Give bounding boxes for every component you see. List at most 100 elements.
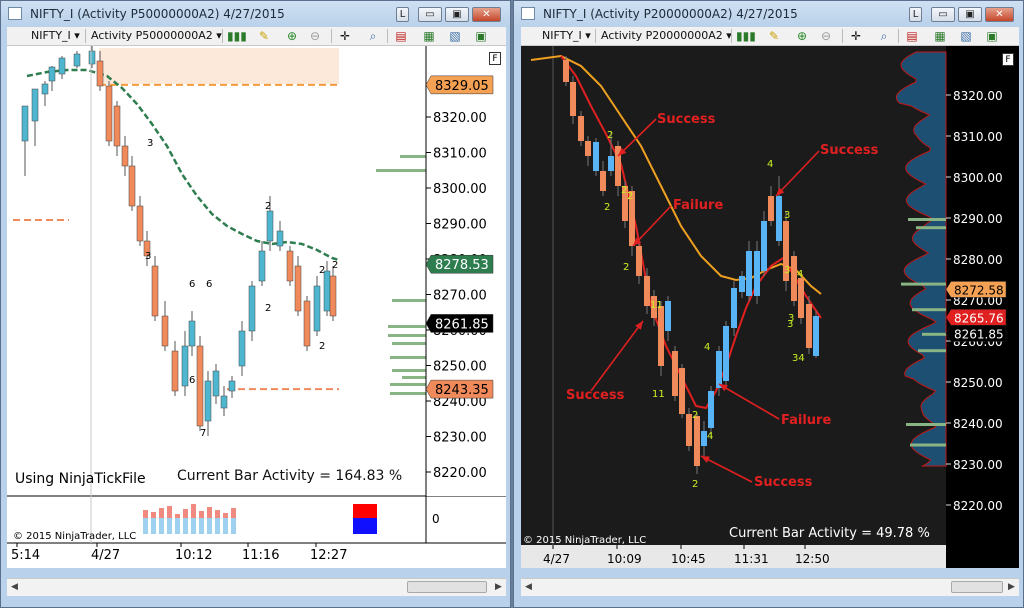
price-tick-label: 8250.00 <box>433 360 487 375</box>
left-horizontal-scrollbar[interactable]: ◀ ▶ <box>7 578 506 596</box>
indicator-selector[interactable]: Activity P20000000A2 ▾ <box>601 29 732 43</box>
maximize-button[interactable]: ▣ <box>958 7 982 22</box>
candle-up <box>754 251 760 296</box>
instrument-selector[interactable]: NIFTY_I ▾ <box>542 29 591 43</box>
time-tick-label: 10:12 <box>175 548 212 563</box>
crosshair-icon[interactable]: ✛ <box>337 29 353 43</box>
time-tick-label: 11:31 <box>734 552 769 566</box>
indicators-icon[interactable]: ▤ <box>904 29 920 43</box>
left-f-button[interactable]: F <box>489 52 501 65</box>
time-tick-label: 10:09 <box>607 552 642 566</box>
activity-hist-red <box>231 508 236 518</box>
candle-up <box>31 88 39 122</box>
right-price-badge-8272-text: 8272.58 <box>954 283 1004 297</box>
left-title-bar[interactable]: NIFTY_I (Activity P50000000A2) 4/27/2015… <box>1 1 510 27</box>
scroll-left-arrow[interactable]: ◀ <box>7 580 22 595</box>
left-chart-window[interactable]: NIFTY_I (Activity P50000000A2) 4/27/2015… <box>0 0 511 608</box>
price-tick-label: 8250.00 <box>953 376 1003 390</box>
value-area-shade <box>99 48 339 84</box>
link-button[interactable]: L <box>396 7 409 22</box>
scroll-right-arrow[interactable]: ▶ <box>491 580 506 595</box>
left-price-chart[interactable]: 336 667222 22 8320.008310.008300.008290.00… <box>7 46 506 568</box>
close-button[interactable]: ✕ <box>985 7 1014 22</box>
scroll-right-arrow[interactable]: ▶ <box>1004 580 1019 595</box>
time-tick-label: 4/27 <box>91 548 120 563</box>
candle-down <box>151 265 159 317</box>
activity-hist-red <box>183 509 188 518</box>
zoom-out-icon[interactable]: ⊖ <box>818 29 834 43</box>
price-tick-label: 8290.00 <box>953 212 1003 226</box>
time-tick-label: 4/27 <box>543 552 570 566</box>
candle-up <box>228 380 236 392</box>
link-button[interactable]: L <box>909 7 922 22</box>
candle-up <box>58 57 66 75</box>
time-tick-label: 12:27 <box>310 548 347 563</box>
activity-hist-red <box>215 510 220 518</box>
activity-count-label: 2 <box>623 262 629 273</box>
minimize-button[interactable]: ▭ <box>931 7 955 22</box>
left-price-badge-current-text: 8261.85 <box>435 317 489 332</box>
activity-hist-red <box>175 514 180 518</box>
activity-count-label: 34 <box>792 353 805 364</box>
chart-properties-icon[interactable]: ▧ <box>958 29 974 43</box>
chart-properties-icon[interactable]: ▧ <box>447 29 463 43</box>
right-chart-window[interactable]: NIFTY_I (Activity P20000000A2) 4/27/2015… <box>513 0 1024 608</box>
candle-down <box>806 304 812 348</box>
time-tick-label: 10:45 <box>671 552 706 566</box>
activity-hist-red <box>223 513 228 518</box>
profile-highlight-bar <box>908 218 946 221</box>
strategies-icon[interactable]: ▦ <box>932 29 948 43</box>
bar-type-icon[interactable]: ▮▮▮ <box>227 29 247 43</box>
zoom-out-icon[interactable]: ⊖ <box>307 29 323 43</box>
right-price-chart[interactable]: 222221111224443334334 SuccessFailureSucc… <box>521 46 1019 568</box>
close-button[interactable]: ✕ <box>472 7 501 22</box>
right-horizontal-scrollbar[interactable]: ◀ ▶ <box>521 578 1019 596</box>
minimize-button[interactable]: ▭ <box>418 7 442 22</box>
crosshair-icon[interactable]: ✛ <box>848 29 864 43</box>
profile-highlight-bar <box>922 332 946 336</box>
indicators-icon[interactable]: ▤ <box>393 29 409 43</box>
candle-down <box>600 171 606 191</box>
scroll-left-arrow[interactable]: ◀ <box>521 580 536 595</box>
magnifier-icon[interactable]: ⌕ <box>365 29 381 43</box>
right-window-title: NIFTY_I (Activity P20000000A2) 4/27/2015 <box>543 7 798 21</box>
candle-up <box>593 142 599 171</box>
zoom-in-icon[interactable]: ⊕ <box>284 29 300 43</box>
time-tick-label: 5:14 <box>11 548 40 563</box>
strategies-icon[interactable]: ▦ <box>421 29 437 43</box>
chart-app-icon <box>8 7 22 20</box>
bar-type-icon[interactable]: ▮▮▮ <box>736 29 756 43</box>
right-title-bar[interactable]: NIFTY_I (Activity P20000000A2) 4/27/2015… <box>514 1 1023 27</box>
magnifier-icon[interactable]: ⌕ <box>876 29 892 43</box>
activity-count-label: 11 <box>650 300 663 311</box>
activity-count-label: 4 <box>767 159 773 170</box>
candle-up <box>266 210 274 242</box>
instrument-selector[interactable]: NIFTY_I ▾ <box>31 29 80 43</box>
data-box-icon[interactable]: ▣ <box>984 29 1000 43</box>
pencil-icon[interactable]: ✎ <box>766 29 782 43</box>
activity-hist-red <box>191 504 196 518</box>
scroll-thumb[interactable] <box>951 581 1003 593</box>
candle-up <box>41 83 49 95</box>
zoom-in-icon[interactable]: ⊕ <box>794 29 810 43</box>
indicator-selector[interactable]: Activity P50000000A2 ▾ <box>91 29 222 43</box>
candle-up <box>608 156 614 171</box>
pencil-icon[interactable]: ✎ <box>256 29 272 43</box>
scroll-thumb[interactable] <box>407 581 487 593</box>
maximize-button[interactable]: ▣ <box>445 7 469 22</box>
activity-hist-blue <box>167 518 172 534</box>
price-tick-label: 8290.00 <box>433 218 487 233</box>
activity-hist-red <box>159 508 164 518</box>
right-f-button[interactable]: F <box>1002 53 1014 66</box>
candle-down <box>128 165 136 207</box>
candle-down <box>113 105 121 147</box>
activity-count-label: 2 <box>627 191 633 202</box>
volume-profile-bar <box>388 325 426 328</box>
volume-profile-bar <box>392 342 426 345</box>
data-box-icon[interactable]: ▣ <box>473 29 489 43</box>
candle-down <box>121 145 129 167</box>
activity-count-label: 3 <box>784 210 790 221</box>
annotation-label: Failure <box>781 413 831 428</box>
activity-count-label: 2 <box>604 202 610 213</box>
copyright-label: © 2015 NinjaTrader, LLC <box>523 535 646 546</box>
